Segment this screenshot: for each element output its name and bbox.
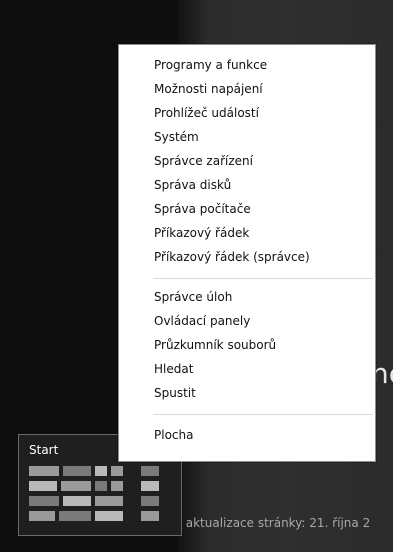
menu-item-system[interactable]: Systém [154,128,199,146]
menu-item-computer-management[interactable]: Správa počítače [154,200,251,218]
menu-item-command-prompt[interactable]: Příkazový řádek [154,224,249,242]
menu-item-power-options[interactable]: Možnosti napájení [154,80,263,98]
tile-preview [29,481,57,491]
tile-preview [95,466,107,476]
tile-preview [61,481,91,491]
desktop-background: nc ední aktualizace stránky: 21. října 2… [0,0,393,552]
tile-preview [63,496,91,506]
menu-item-control-panel[interactable]: Ovládací panely [154,312,250,330]
start-label: Start [29,443,59,457]
tile-preview [141,466,159,476]
tile-preview [141,511,159,521]
menu-item-programs-and-features[interactable]: Programy a funkce [154,56,267,74]
tile-preview [59,511,91,521]
tile-preview [63,466,91,476]
menu-separator [153,414,373,415]
menu-item-desktop[interactable]: Plocha [154,426,193,444]
menu-item-device-manager[interactable]: Správce zařízení [154,152,253,170]
menu-item-event-viewer[interactable]: Prohlížeč událostí [154,104,259,122]
menu-item-file-explorer[interactable]: Průzkumník souborů [154,336,276,354]
tile-preview [111,481,123,491]
background-status-text: ední aktualizace stránky: 21. října 2 [156,516,371,530]
tile-preview [29,466,59,476]
tile-preview [29,496,59,506]
tile-preview [141,481,159,491]
tile-preview [95,496,123,506]
menu-item-disk-management[interactable]: Správa disků [154,176,231,194]
menu-item-command-prompt-admin[interactable]: Příkazový řádek (správce) [154,248,310,266]
menu-separator [153,278,373,279]
menu-item-task-manager[interactable]: Správce úloh [154,288,232,306]
menu-item-run[interactable]: Spustit [154,384,196,402]
tile-preview [141,496,159,506]
start-context-menu: Programy a funkce Možnosti napájení Proh… [118,44,376,462]
tile-preview [111,466,123,476]
tile-preview [29,511,55,521]
tile-preview [95,481,107,491]
menu-item-search[interactable]: Hledat [154,360,193,378]
tile-preview [95,511,123,521]
